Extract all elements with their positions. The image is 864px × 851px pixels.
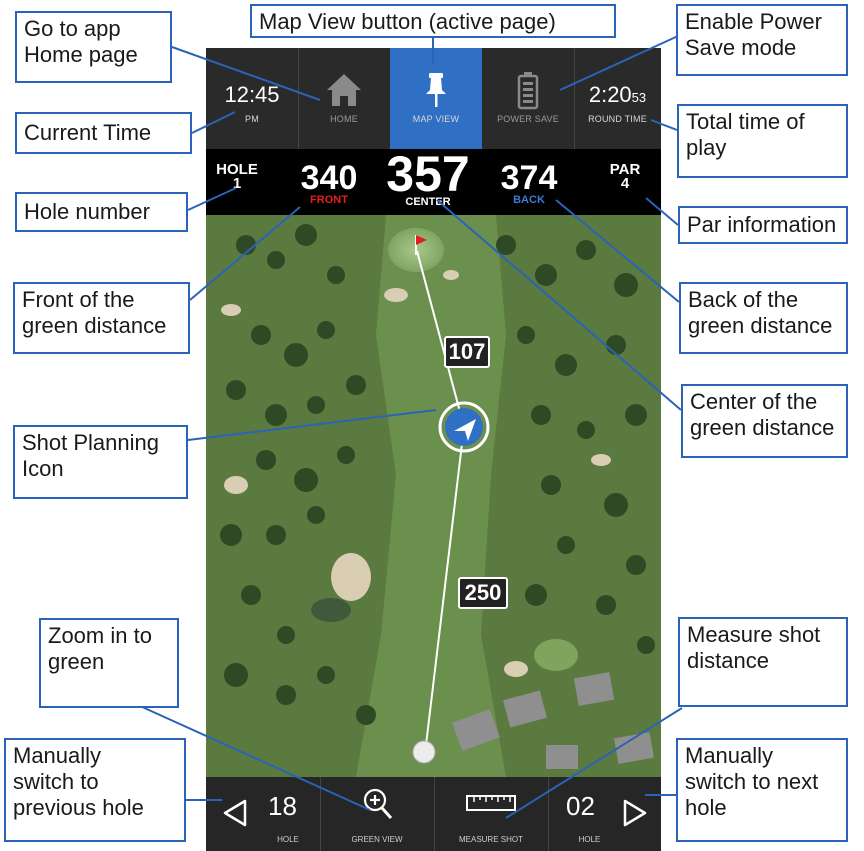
callout-next-hole: Manually switch to next hole [676, 738, 848, 842]
callout-map-view: Map View button (active page) [250, 4, 616, 38]
callout-current-time: Current Time [15, 112, 192, 154]
callout-total-time: Total time of play [677, 104, 848, 178]
callout-measure: Measure shot distance [678, 617, 848, 707]
callout-home: Go to app Home page [15, 11, 172, 83]
callout-zoom: Zoom in to green [39, 618, 179, 708]
callout-center: Center of the green distance [681, 384, 848, 458]
callout-prev-hole: Manually switch to previous hole [4, 738, 186, 842]
callout-power-save: Enable Power Save mode [676, 4, 848, 76]
callout-shot-planning: Shot Planning Icon [13, 425, 188, 499]
callout-par: Par information [678, 206, 848, 244]
callout-front: Front of the green distance [13, 282, 190, 354]
callout-hole-number: Hole number [15, 192, 188, 232]
callout-back: Back of the green distance [679, 282, 848, 354]
